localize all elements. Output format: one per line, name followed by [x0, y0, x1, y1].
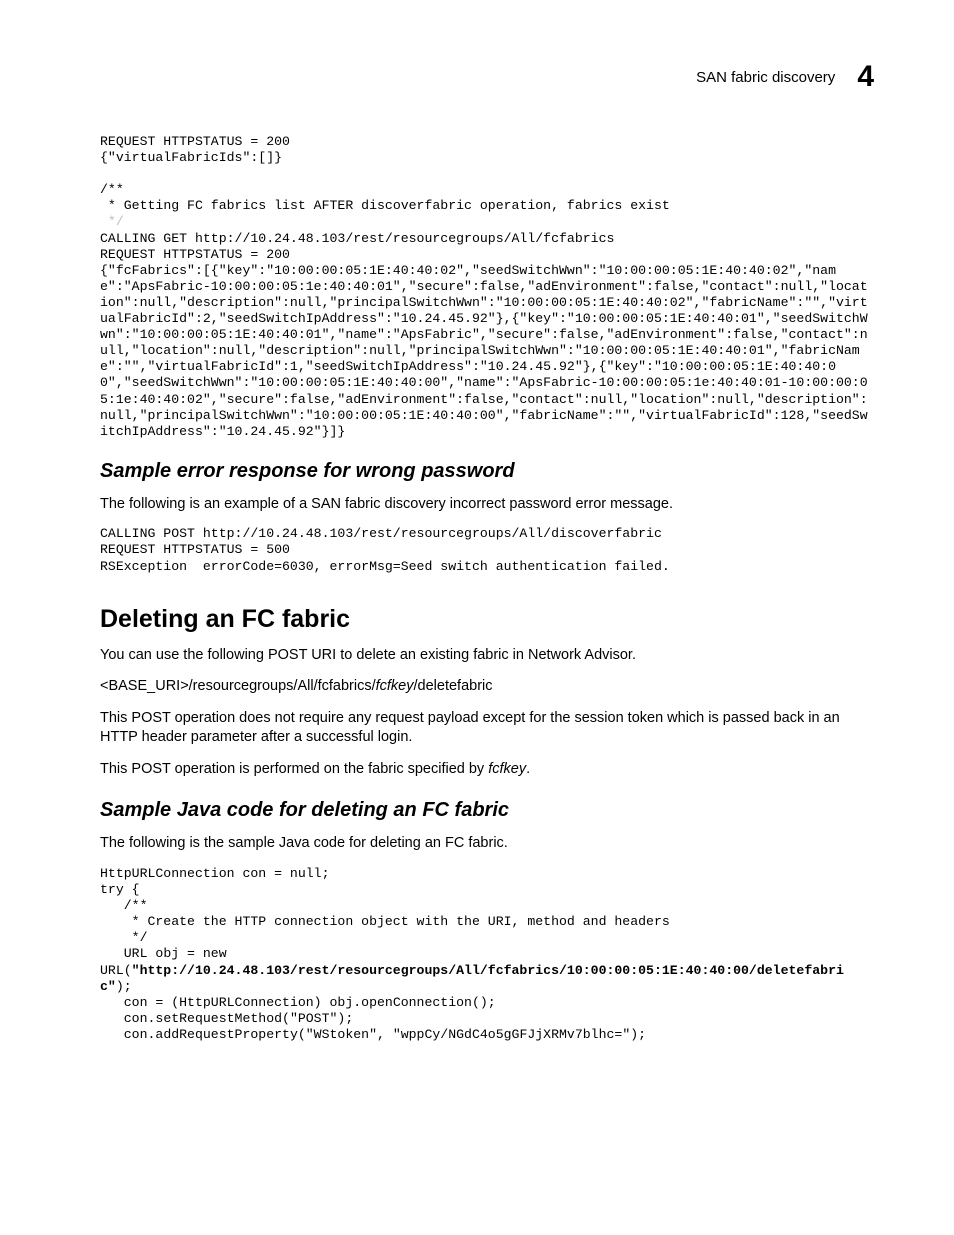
text: This POST operation is performed on the …: [100, 761, 488, 777]
code-line: URL(: [100, 963, 132, 978]
code-line: {"virtualFabricIds":[]}: [100, 150, 282, 165]
text-italic: fcfkey: [376, 678, 414, 694]
code-bold: "http://10.24.48.103/rest/resourcegroups…: [100, 963, 844, 994]
heading-java-code: Sample Java code for deleting an FC fabr…: [100, 799, 874, 822]
code-line: con = (HttpURLConnection) obj.openConnec…: [100, 995, 496, 1010]
code-line: RSException errorCode=6030, errorMsg=See…: [100, 559, 670, 574]
code-line: URL obj = new: [100, 946, 235, 961]
paragraph: This POST operation does not require any…: [100, 709, 874, 748]
chapter-number: 4: [857, 60, 874, 94]
text: /deletefabric: [414, 678, 493, 694]
code-block-response: REQUEST HTTPSTATUS = 200 {"virtualFabric…: [100, 134, 874, 440]
code-line: REQUEST HTTPSTATUS = 200: [100, 247, 290, 262]
code-line: );: [116, 979, 132, 994]
code-block-java: HttpURLConnection con = null; try { /** …: [100, 866, 874, 1043]
code-line: REQUEST HTTPSTATUS = 500: [100, 542, 290, 557]
text: <BASE_URI>/resourcegroups/All/fcfabrics/: [100, 678, 376, 694]
code-line: * Create the HTTP connection object with…: [100, 914, 670, 929]
paragraph: This POST operation is performed on the …: [100, 760, 874, 780]
paragraph: The following is an example of a SAN fab…: [100, 495, 874, 515]
code-line: */: [100, 214, 124, 229]
page-container: SAN fabric discovery 4 REQUEST HTTPSTATU…: [0, 0, 954, 1235]
code-line: /**: [100, 898, 148, 913]
heading-error-response: Sample error response for wrong password: [100, 460, 874, 483]
code-line: HttpURLConnection con = null;: [100, 866, 330, 881]
text-italic: fcfkey: [488, 761, 526, 777]
paragraph: The following is the sample Java code fo…: [100, 834, 874, 854]
heading-deleting-fabric: Deleting an FC fabric: [100, 605, 874, 634]
code-line: /**: [100, 182, 124, 197]
code-line: * Getting FC fabrics list AFTER discover…: [100, 198, 670, 213]
code-line: CALLING POST http://10.24.48.103/rest/re…: [100, 526, 662, 541]
code-block-error: CALLING POST http://10.24.48.103/rest/re…: [100, 526, 874, 574]
code-line: con.setRequestMethod("POST");: [100, 1011, 353, 1026]
code-line: CALLING GET http://10.24.48.103/rest/res…: [100, 231, 614, 246]
code-line: con.addRequestProperty("WStoken", "wppCy…: [100, 1027, 646, 1042]
code-line: */: [100, 930, 147, 945]
paragraph: You can use the following POST URI to de…: [100, 646, 874, 666]
code-line: REQUEST HTTPSTATUS = 200: [100, 134, 290, 149]
code-line: {"fcFabrics":[{"key":"10:00:00:05:1E:40:…: [100, 263, 868, 439]
page-header: SAN fabric discovery 4: [100, 60, 874, 94]
code-line: try {: [100, 882, 140, 897]
text: .: [526, 761, 530, 777]
header-title: SAN fabric discovery: [696, 69, 835, 86]
paragraph-uri: <BASE_URI>/resourcegroups/All/fcfabrics/…: [100, 677, 874, 697]
